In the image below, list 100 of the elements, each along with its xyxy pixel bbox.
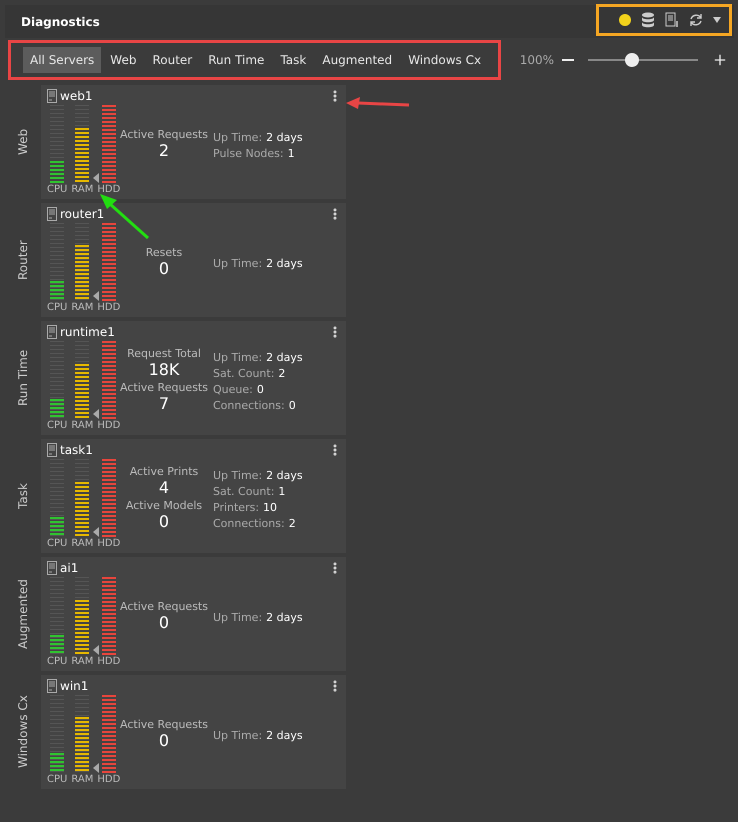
stat-label: Active Prints bbox=[130, 465, 198, 478]
tab[interactable]: Windows Cx bbox=[401, 47, 488, 73]
pointer-icon bbox=[93, 527, 100, 537]
detail-label: Sat. Count: bbox=[213, 366, 274, 380]
meter-label: RAM bbox=[71, 184, 94, 195]
stat-value: 2 bbox=[158, 141, 170, 160]
meter-label: RAM bbox=[71, 656, 94, 667]
server-icon bbox=[47, 89, 57, 103]
meter-label: CPU bbox=[47, 656, 68, 667]
meter-label: CPU bbox=[47, 420, 68, 431]
detail-label: Up Time: bbox=[213, 468, 262, 482]
detail-label: Connections: bbox=[213, 398, 285, 412]
detail-label: Up Time: bbox=[213, 728, 262, 742]
stat-value: 7 bbox=[158, 394, 170, 413]
group-label: Router bbox=[15, 239, 31, 282]
detail-value: 2 days bbox=[266, 728, 303, 742]
group-label: Run Time bbox=[15, 348, 31, 408]
detail-value: 2 days bbox=[266, 350, 303, 364]
server-name: win1 bbox=[60, 679, 88, 693]
meter-label: RAM bbox=[71, 774, 94, 785]
tab[interactable]: Run Time bbox=[201, 47, 272, 73]
meter-label: RAM bbox=[71, 538, 94, 549]
database-icon[interactable] bbox=[641, 12, 655, 28]
server-icon bbox=[47, 443, 57, 457]
server-name: ai1 bbox=[60, 561, 78, 575]
detail-label: Up Time: bbox=[213, 130, 262, 144]
meter-label: CPU bbox=[47, 774, 68, 785]
detail-label: Up Time: bbox=[213, 256, 262, 270]
meter-label: CPU bbox=[47, 302, 68, 313]
server-icon bbox=[47, 561, 57, 575]
tab[interactable]: Web bbox=[103, 47, 144, 73]
meter-label: HDD bbox=[97, 656, 120, 667]
stat-value: 0 bbox=[158, 731, 170, 750]
server-name: router1 bbox=[60, 207, 104, 221]
minus-icon bbox=[562, 59, 574, 61]
detail-value: 2 bbox=[278, 366, 286, 380]
detail-value: 2 days bbox=[266, 468, 303, 482]
detail-label: Queue: bbox=[213, 382, 253, 396]
stat-label: Active Requests bbox=[120, 600, 208, 613]
stat-value: 0 bbox=[158, 512, 170, 531]
stat-label: Active Models bbox=[126, 499, 202, 512]
pointer-icon bbox=[93, 173, 100, 183]
detail-value: 10 bbox=[263, 500, 278, 514]
pointer-icon bbox=[93, 409, 100, 419]
group-label: Task bbox=[15, 482, 31, 511]
stat-value: 4 bbox=[158, 478, 170, 497]
server-name: web1 bbox=[60, 89, 92, 103]
meter-label: CPU bbox=[47, 184, 68, 195]
meter-label: HDD bbox=[97, 538, 120, 549]
pointer-icon bbox=[93, 645, 100, 655]
meter-label: HDD bbox=[97, 184, 120, 195]
detail-label: Connections: bbox=[213, 516, 285, 530]
detail-label: Pulse Nodes: bbox=[213, 146, 284, 160]
server-icon bbox=[47, 679, 57, 693]
server-icon bbox=[47, 207, 57, 221]
stat-value: 0 bbox=[158, 259, 170, 278]
stat-value: 18K bbox=[148, 360, 180, 379]
tab[interactable]: All Servers bbox=[23, 47, 102, 73]
detail-value: 0 bbox=[288, 398, 296, 412]
pointer-icon bbox=[93, 291, 100, 301]
caret-icon[interactable] bbox=[713, 16, 721, 22]
server-icon bbox=[47, 325, 57, 339]
detail-label: Up Time: bbox=[213, 610, 262, 624]
server-name: runtime1 bbox=[60, 325, 115, 339]
refresh-icon[interactable] bbox=[689, 12, 703, 26]
window-title: Diagnostics bbox=[21, 14, 100, 28]
stat-label: Active Requests bbox=[120, 718, 208, 731]
meter-label: HDD bbox=[97, 302, 120, 313]
meter-label: CPU bbox=[47, 538, 68, 549]
detail-label: Up Time: bbox=[213, 350, 262, 364]
detail-label: Printers: bbox=[213, 500, 260, 514]
detail-value: 2 days bbox=[266, 130, 303, 144]
stat-label: Request Total bbox=[127, 347, 201, 360]
stat-label: Active Requests bbox=[120, 128, 208, 141]
meter-label: HDD bbox=[97, 420, 120, 431]
meter-label: RAM bbox=[71, 302, 94, 313]
detail-label: Sat. Count: bbox=[213, 484, 274, 498]
meter-label: HDD bbox=[97, 774, 120, 785]
tab[interactable]: Augmented bbox=[315, 47, 400, 73]
detail-value: 1 bbox=[288, 146, 295, 160]
stat-label: Resets bbox=[146, 246, 182, 259]
detail-value: 1 bbox=[278, 484, 286, 498]
detail-value: 0 bbox=[256, 382, 264, 396]
zoom-reading: 100% bbox=[520, 53, 554, 67]
detail-value: 2 days bbox=[266, 256, 303, 270]
stat-label: Active Requests bbox=[120, 381, 208, 394]
pointer-icon bbox=[93, 763, 100, 773]
group-label: Web bbox=[15, 128, 31, 158]
plus-icon bbox=[712, 52, 728, 68]
stat-value: 0 bbox=[158, 613, 170, 632]
group-label: Windows Cx bbox=[15, 694, 31, 770]
zoom-in-button[interactable] bbox=[712, 52, 728, 68]
tab[interactable]: Task bbox=[273, 47, 314, 73]
meter-label: RAM bbox=[71, 420, 94, 431]
tab[interactable]: Router bbox=[145, 47, 200, 73]
detail-value: 2 bbox=[288, 516, 296, 530]
document-info-icon[interactable] bbox=[665, 12, 679, 28]
server-name: task1 bbox=[60, 443, 93, 457]
detail-value: 2 days bbox=[266, 610, 303, 624]
group-label: Augmented bbox=[15, 578, 31, 651]
